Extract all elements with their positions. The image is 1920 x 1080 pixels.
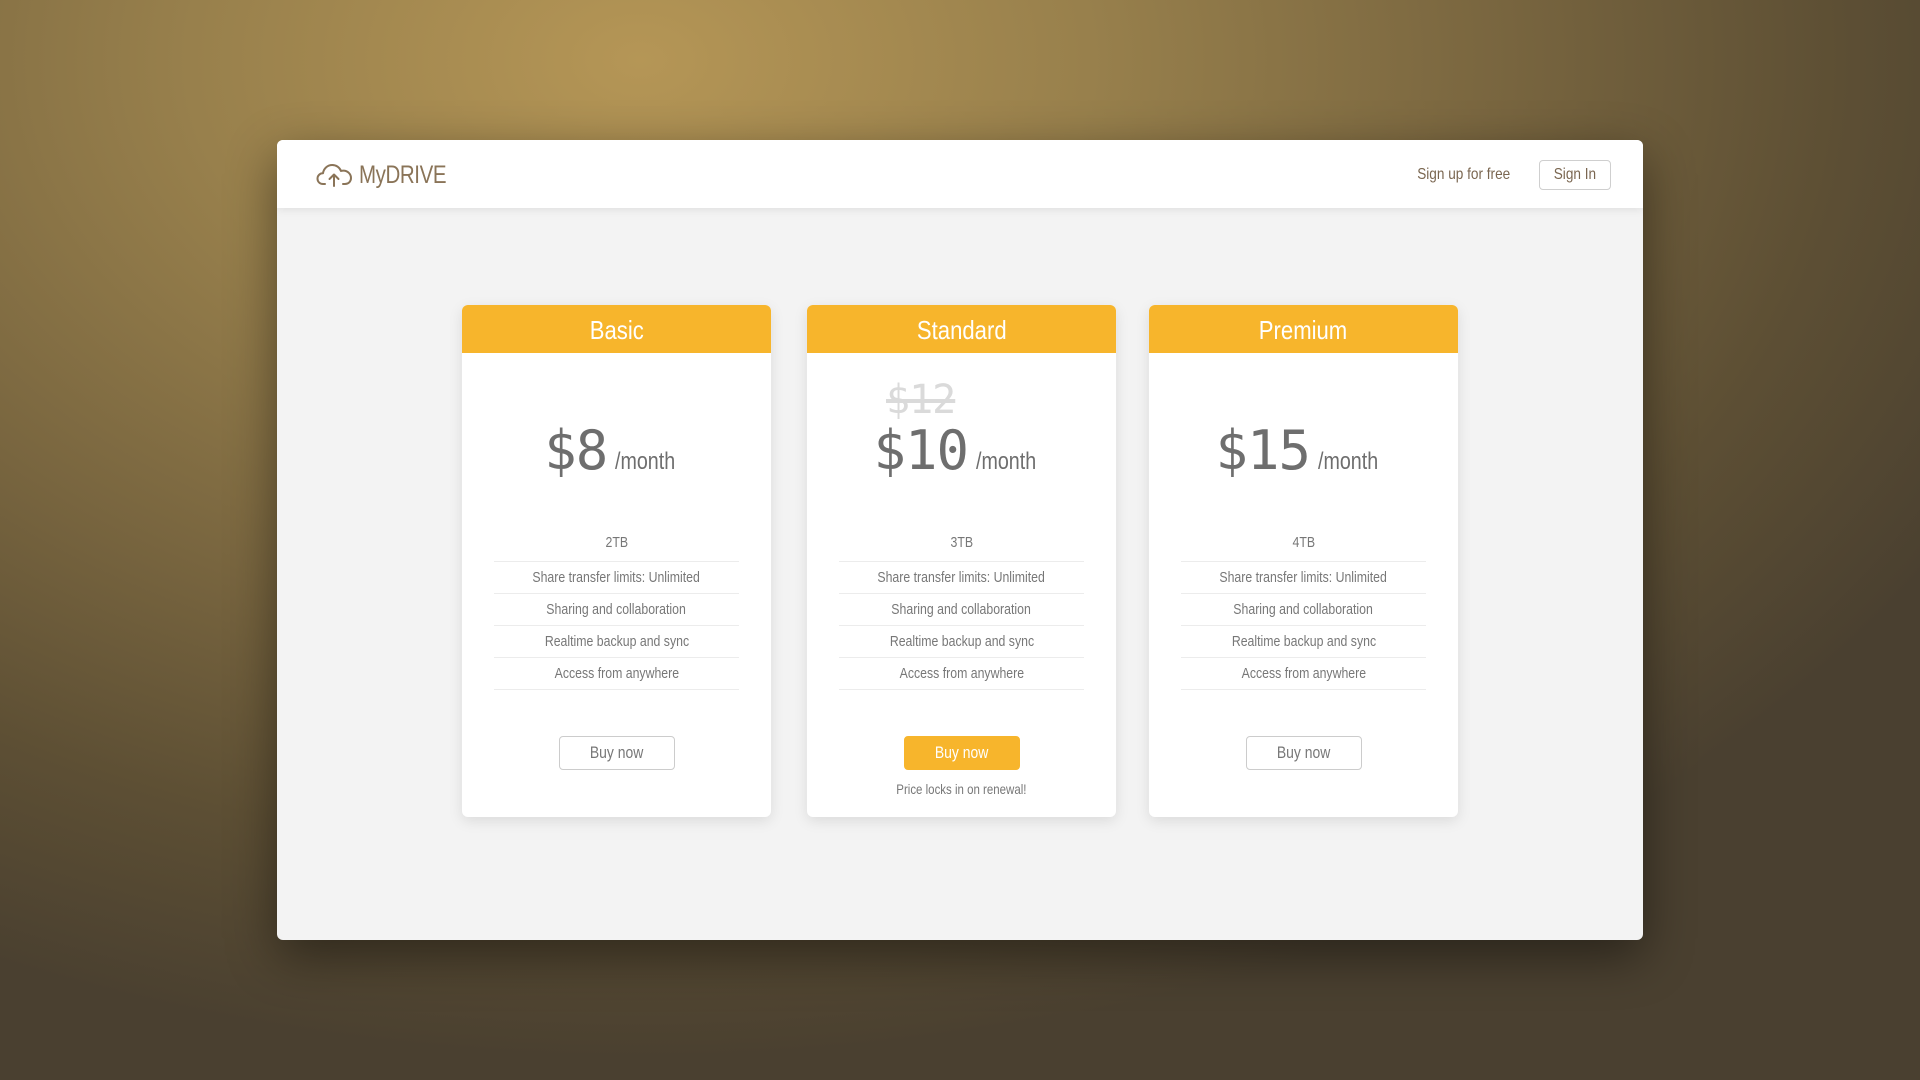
plan-card-standard: Standard $12 $10 /month 3TB Share transf… <box>807 305 1116 817</box>
signin-button-label: Sign In <box>1553 166 1597 183</box>
feature-list: 2TB Share transfer limits: Unlimited Sha… <box>494 525 739 690</box>
price-period: /month <box>976 448 1037 475</box>
plan-price: $8 <box>544 419 608 482</box>
plan-name: Basic <box>589 315 644 345</box>
navbar: MyDRIVE Sign up for free Sign In <box>277 140 1643 208</box>
signin-button[interactable]: Sign In <box>1539 160 1611 190</box>
plan-name: Standard <box>916 315 1007 345</box>
price-period: /month <box>615 448 676 475</box>
feature-item: Share transfer limits: Unlimited <box>839 562 1084 594</box>
buy-now-label: Buy now <box>590 743 644 762</box>
feature-item: Share transfer limits: Unlimited <box>1181 562 1426 594</box>
feature-item: Access from anywhere <box>494 658 739 690</box>
feature-item: Sharing and collaboration <box>839 594 1084 626</box>
plan-header: Premium <box>1149 305 1458 353</box>
price-row: $8 /month <box>462 419 771 482</box>
buy-now-button-premium[interactable]: Buy now <box>1246 736 1362 770</box>
feature-item: Realtime backup and sync <box>494 626 739 658</box>
plan-header: Standard <box>807 305 1116 353</box>
signup-link[interactable]: Sign up for free <box>1417 166 1510 184</box>
feature-item: Access from anywhere <box>1181 658 1426 690</box>
price-area: $8 /month <box>462 367 771 487</box>
feature-list: 4TB Share transfer limits: Unlimited Sha… <box>1181 525 1426 690</box>
buy-now-label: Buy now <box>935 743 989 762</box>
price-row: $15 /month <box>1149 419 1458 482</box>
browser-window: MyDRIVE Sign up for free Sign In Basic $… <box>277 140 1643 940</box>
feature-item: Realtime backup and sync <box>839 626 1084 658</box>
plan-price: $15 <box>1215 419 1312 482</box>
buy-now-button-basic[interactable]: Buy now <box>559 736 675 770</box>
cloud-upload-icon <box>316 162 353 188</box>
price-row: $10 /month <box>807 419 1116 482</box>
feature-list: 3TB Share transfer limits: Unlimited Sha… <box>839 525 1084 690</box>
price-area: $15 /month <box>1149 367 1458 487</box>
plan-name: Premium <box>1259 315 1348 345</box>
plan-card-basic: Basic $8 /month 2TB Share transfer limit… <box>462 305 771 817</box>
feature-item: Realtime backup and sync <box>1181 626 1426 658</box>
feature-item: Access from anywhere <box>839 658 1084 690</box>
price-area: $12 $10 /month <box>807 367 1116 487</box>
plan-card-premium: Premium $15 /month 4TB Share transfer li… <box>1149 305 1458 817</box>
feature-item: Sharing and collaboration <box>494 594 739 626</box>
price-period: /month <box>1318 448 1379 475</box>
renewal-note: Price locks in on renewal! <box>896 781 1027 797</box>
feature-item: 3TB <box>839 525 1084 562</box>
plan-header: Basic <box>462 305 771 353</box>
feature-item: Share transfer limits: Unlimited <box>494 562 739 594</box>
feature-item: Sharing and collaboration <box>1181 594 1426 626</box>
old-price: $12 <box>886 377 956 423</box>
buy-now-button-standard[interactable]: Buy now <box>904 736 1020 770</box>
brand-logo[interactable]: MyDRIVE <box>316 160 465 190</box>
feature-item: 2TB <box>494 525 739 562</box>
pricing-cards: Basic $8 /month 2TB Share transfer limit… <box>277 305 1643 825</box>
feature-item: 4TB <box>1181 525 1426 562</box>
plan-price: $10 <box>873 419 970 482</box>
buy-now-label: Buy now <box>1277 743 1331 762</box>
brand-name: MyDRIVE <box>359 160 447 189</box>
nav-actions: Sign up for free Sign In <box>1409 159 1611 191</box>
